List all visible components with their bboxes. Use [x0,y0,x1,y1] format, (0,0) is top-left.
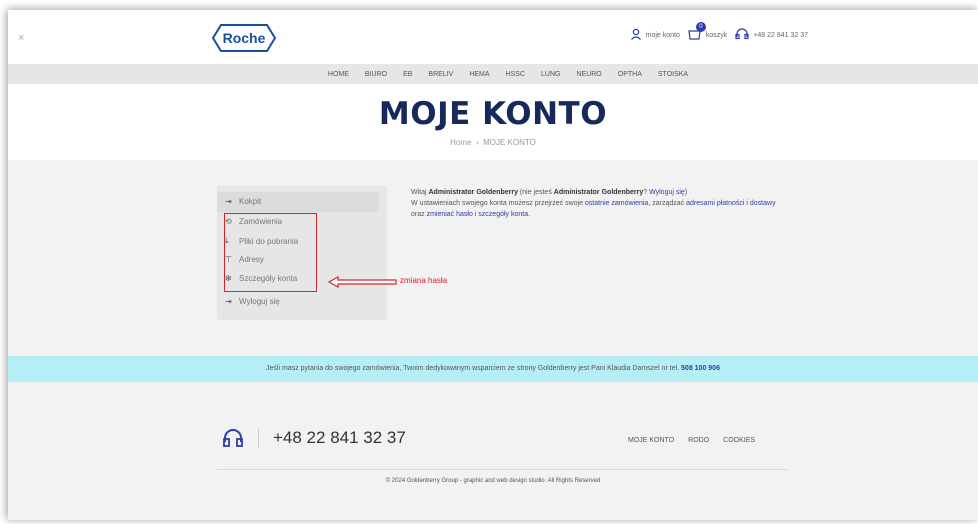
sidebar-item-wyloguj[interactable]: ⇥ Wyloguj się [225,297,280,306]
breadcrumb-home[interactable]: Home [450,138,471,147]
breadcrumb: Home › MOJE KONTO [8,138,978,147]
footer-phone: +48 22 841 32 37 [273,428,406,447]
footer: +48 22 841 32 37 MOJE KONTO RODO COOKIES… [8,382,978,520]
cart-label: koszyk [705,31,728,39]
welcome-user: Administrator Goldenberry [428,189,518,196]
annotation-highlight-box [224,213,317,292]
nav-eb[interactable]: EB [403,71,412,78]
welcome-message: Witaj Administrator Goldenberry (nie jes… [411,187,791,220]
nav-lung[interactable]: LUNG [541,71,560,78]
sidebar-item-label: Wyloguj się [239,297,280,306]
close-icon[interactable]: × [18,32,24,44]
annotation-arrow [328,276,397,288]
welcome-not-you-name: Administrator Goldenberry [553,189,644,196]
welcome-line2-mid2: oraz [411,211,427,218]
account-label: moje konto [645,31,680,39]
roche-logo[interactable]: Roche [211,23,277,53]
footer-divider [217,469,788,470]
change-password-link[interactable]: zmieniać hasło i szczegóły konta [427,211,529,218]
cart-link[interactable]: 0 koszyk [688,22,728,42]
top-bar: × Roche moje konto 0 koszyk +48 22 841 3… [8,10,978,64]
copyright: © 2024 Goldenberry Group - graphic and w… [385,478,601,484]
phone-link[interactable]: +48 22 841 32 37 [735,28,808,42]
logout-icon: ⇥ [225,297,232,306]
page-header: MOJE KONTO Home › MOJE KONTO [8,84,978,160]
footer-phone-block[interactable]: +48 22 841 32 37 [222,428,406,448]
account-link[interactable]: moje konto [630,28,680,42]
breadcrumb-current: MOJE KONTO [483,138,536,147]
headset-icon [222,428,259,448]
dashboard-icon: ⇥ [225,197,232,206]
welcome-not-you: (nie jesteś [517,189,554,196]
welcome-line2-mid: , zarządzać [648,200,687,207]
support-phone[interactable]: 508 100 906 [681,365,720,372]
support-text: Jeśli masz pytania do swojego zamówienia… [266,365,682,372]
nav-home[interactable]: HOME [328,71,349,78]
addresses-link[interactable]: adresami płatności i dostawy [686,200,776,207]
welcome-close: ) [684,189,688,196]
user-icon [630,28,642,42]
logo-text: Roche [223,30,266,46]
logout-link[interactable]: Wyloguj się [649,189,685,196]
nav-hema[interactable]: HEMA [469,71,489,78]
top-links: moje konto 0 koszyk +48 22 841 32 37 [630,22,808,42]
main-nav: HOME BIURO EB BRELIV HEMA HSSC LUNG NEUR… [8,64,978,84]
footer-link-moje-konto[interactable]: MOJE KONTO [628,437,674,444]
footer-link-rodo[interactable]: RODO [688,437,709,444]
nav-stoiska[interactable]: STOISKA [658,71,688,78]
footer-links: MOJE KONTO RODO COOKIES [628,437,755,444]
headset-icon [735,28,749,42]
sidebar-item-kokpit[interactable]: ⇥ Kokpit [225,197,261,206]
nav-biuro[interactable]: BIURO [365,71,387,78]
browser-window: × Roche moje konto 0 koszyk +48 22 841 3… [8,10,978,520]
welcome-line2-pre: W ustawieniach swojego konta możesz prze… [411,200,585,207]
sidebar-item-label: Kokpit [239,197,262,206]
nav-optha[interactable]: OPTHA [618,71,642,78]
cart-count-badge: 0 [695,22,706,32]
welcome-line2-end: . [528,211,531,218]
recent-orders-link[interactable]: ostatnie zamówienia [585,200,648,207]
nav-neuro[interactable]: NEURO [576,71,601,78]
header-phone: +48 22 841 32 37 [753,31,808,39]
footer-link-cookies[interactable]: COOKIES [723,437,755,444]
breadcrumb-separator: › [475,138,479,147]
support-bar: Jeśli masz pytania do swojego zamówienia… [8,356,978,382]
nav-hssc[interactable]: HSSC [506,71,525,78]
annotation-label: zmiana hasła [400,276,448,285]
page-title: MOJE KONTO [378,96,608,132]
nav-breliv[interactable]: BRELIV [428,71,453,78]
welcome-greet: Witaj [411,189,429,196]
